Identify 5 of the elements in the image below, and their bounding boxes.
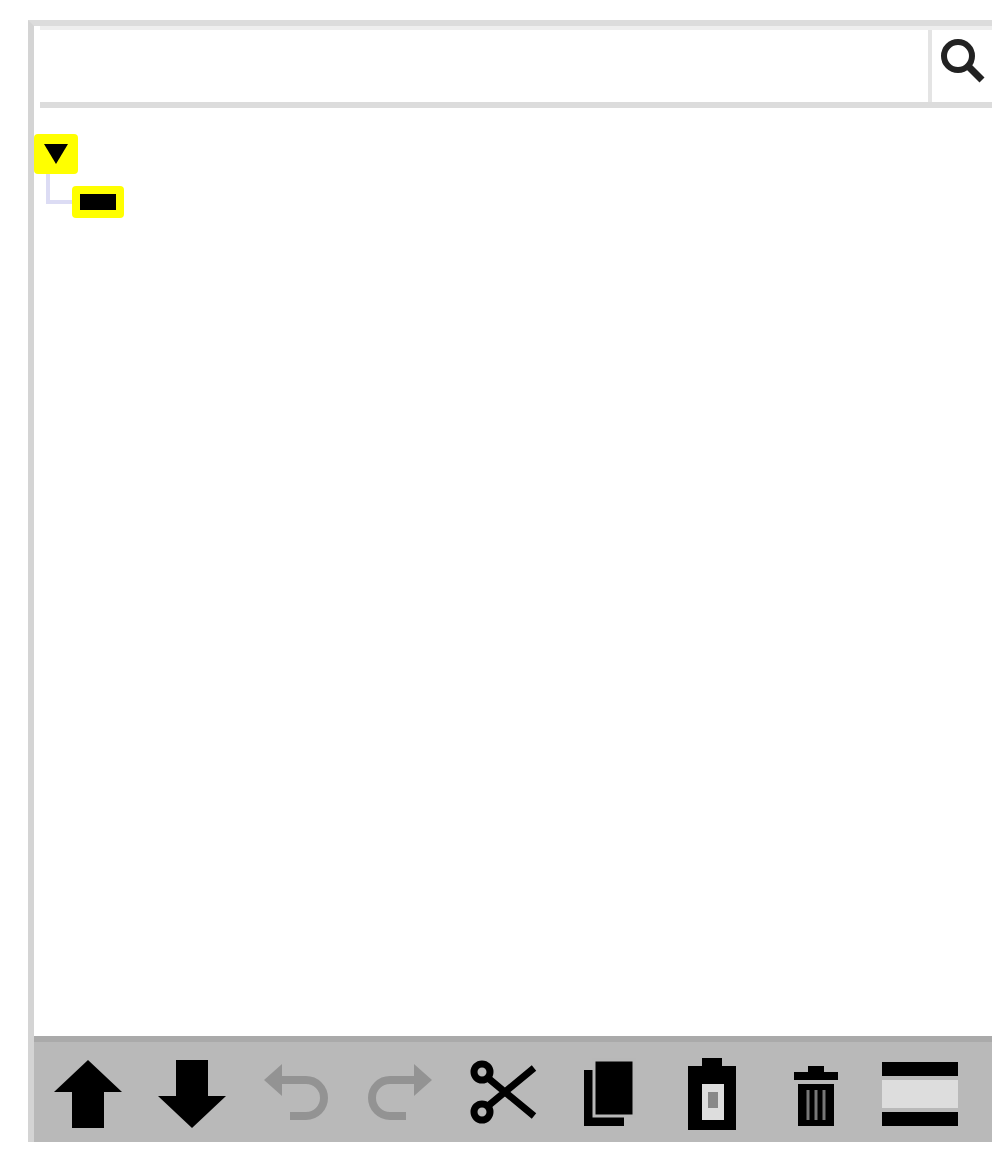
tree-line [44, 174, 72, 206]
expand-toggle[interactable] [34, 134, 78, 174]
leaf-node[interactable] [72, 186, 124, 218]
triangle-icon [42, 140, 70, 168]
minus-icon [80, 192, 116, 212]
